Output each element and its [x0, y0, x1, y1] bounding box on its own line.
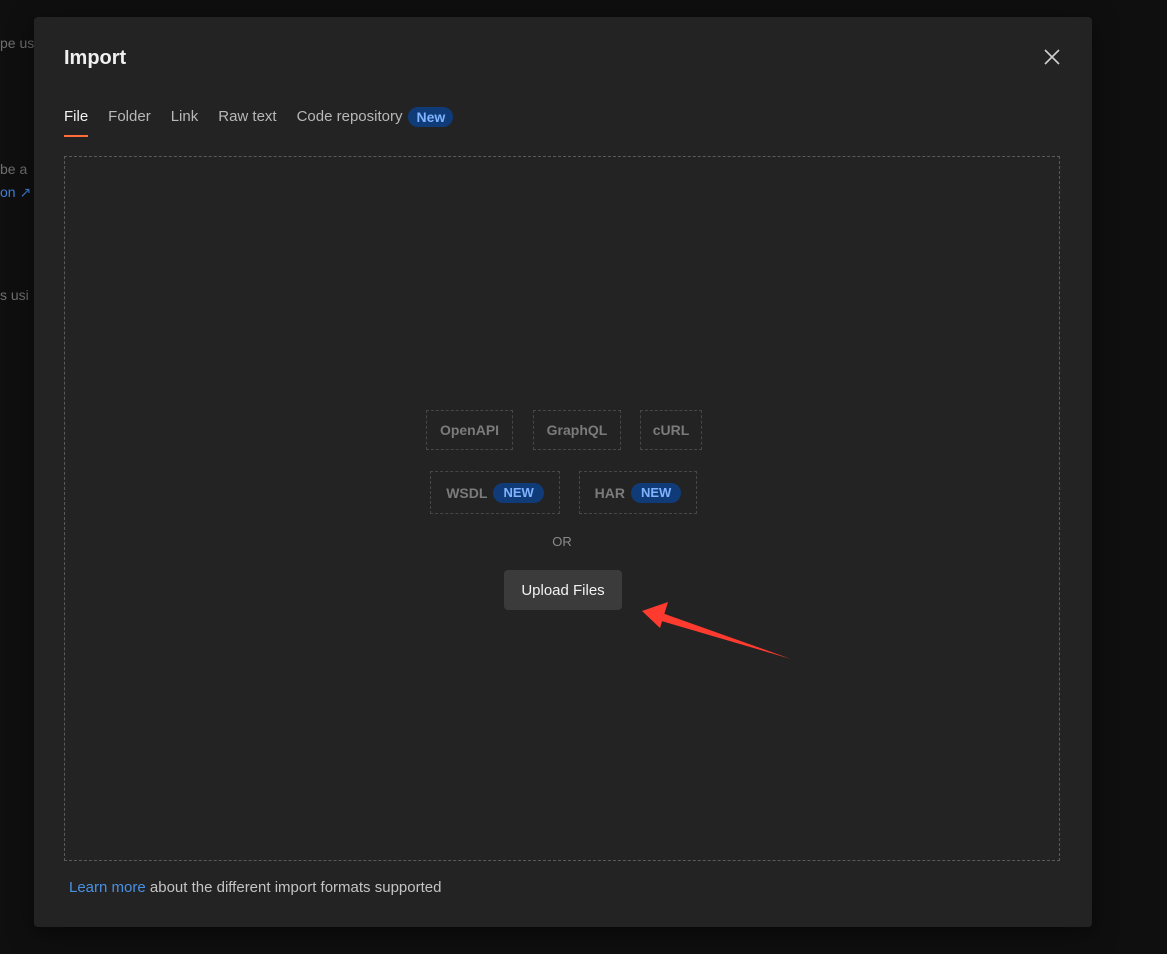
close-icon — [1044, 49, 1060, 65]
new-badge: NEW — [631, 482, 682, 503]
learn-more-link[interactable]: Learn more — [69, 879, 146, 896]
active-tab-indicator — [64, 135, 89, 137]
tab-link[interactable]: Link — [171, 107, 199, 137]
format-chip-graphql: GraphQL — [533, 410, 621, 450]
tab-label: Code repository — [296, 108, 403, 125]
format-chip-openapi: OpenAPI — [426, 410, 513, 450]
tab-code-repository[interactable]: Code repository New — [297, 107, 454, 137]
close-button[interactable] — [1040, 45, 1064, 69]
modal-title: Import — [64, 47, 127, 69]
file-dropzone[interactable]: OpenAPI GraphQL cURL WSDL NEW HAR NEW OR… — [64, 156, 1060, 861]
tab-label: Link — [170, 108, 199, 125]
format-chip-wsdl: WSDL NEW — [430, 471, 560, 514]
import-modal: Import File Folder Link Raw text Code re… — [34, 17, 1092, 927]
bg-text-fragment: be a — [0, 161, 28, 177]
format-label: WSDL — [446, 484, 488, 501]
bg-link-fragment: on ↗ — [0, 184, 32, 200]
format-chip-har: HAR NEW — [579, 471, 697, 514]
tab-label: Folder — [108, 108, 151, 125]
tab-label: Raw text — [218, 108, 277, 125]
tab-label: File — [64, 108, 89, 125]
format-chip-curl: cURL — [640, 410, 702, 450]
footer-help-text: Learn more about the different import fo… — [69, 879, 441, 896]
tab-folder[interactable]: Folder — [108, 107, 151, 137]
new-badge: NEW — [493, 482, 544, 503]
format-row: OpenAPI GraphQL cURL — [426, 410, 702, 450]
bg-text-fragment: s usi — [0, 287, 29, 303]
format-row: WSDL NEW HAR NEW — [430, 471, 697, 514]
or-separator: OR — [552, 534, 572, 549]
tab-file[interactable]: File — [64, 107, 89, 137]
bg-text-fragment: pe us — [0, 35, 35, 51]
tab-raw-text[interactable]: Raw text — [218, 107, 276, 137]
upload-files-button[interactable]: Upload Files — [504, 570, 622, 610]
footer-description: about the different import formats suppo… — [145, 879, 442, 896]
new-badge: New — [408, 107, 454, 127]
import-tabs: File Folder Link Raw text Code repositor… — [64, 107, 473, 137]
format-label: HAR — [594, 484, 625, 501]
